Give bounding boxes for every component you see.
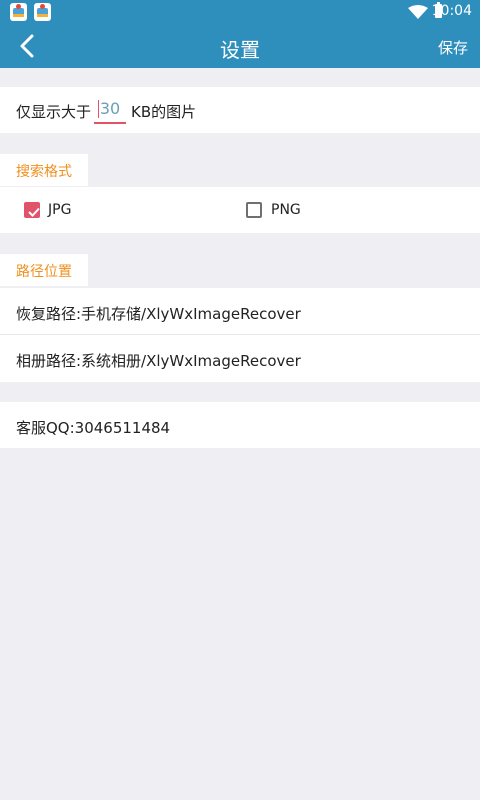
text-caret: [98, 100, 99, 118]
format-section-header: 搜索格式: [0, 154, 88, 186]
title-bar: 设置 保存: [0, 24, 480, 68]
status-bar: 10:04: [0, 0, 480, 24]
album-path-text: 相册路径:系统相册/XlyWxImageRecover: [16, 352, 301, 370]
size-input-value: 30: [99, 99, 121, 118]
format-section-title: 搜索格式: [16, 164, 72, 180]
album-path-row[interactable]: 相册路径:系统相册/XlyWxImageRecover: [0, 335, 480, 382]
app-notification-icon: [34, 3, 51, 21]
app-notification-icon: [10, 3, 27, 21]
recover-path-row[interactable]: 恢复路径:手机存储/XlyWxImageRecover: [0, 288, 480, 334]
jpg-label[interactable]: JPG: [48, 202, 71, 218]
check-icon: [28, 207, 40, 217]
size-input[interactable]: 30: [94, 96, 126, 124]
png-label[interactable]: PNG: [271, 202, 301, 218]
wifi-icon: [408, 5, 428, 19]
save-button[interactable]: 保存: [438, 37, 468, 58]
size-filter-suffix: KB的图片: [131, 103, 197, 121]
path-section-header: 路径位置: [0, 254, 88, 286]
path-section-title: 路径位置: [16, 264, 72, 280]
support-qq-text: 客服QQ:3046511484: [16, 419, 171, 437]
format-options-row: JPG PNG: [0, 187, 480, 233]
page-title: 设置: [220, 38, 260, 62]
status-time: 10:04: [431, 3, 472, 19]
size-filter-row: 仅显示大于 30 KB的图片: [0, 87, 480, 133]
size-filter-prefix: 仅显示大于: [16, 103, 92, 121]
png-checkbox[interactable]: [246, 202, 262, 218]
jpg-checkbox[interactable]: [24, 202, 40, 218]
recover-path-text: 恢复路径:手机存储/XlyWxImageRecover: [16, 305, 301, 323]
support-qq-row[interactable]: 客服QQ:3046511484: [0, 402, 480, 448]
